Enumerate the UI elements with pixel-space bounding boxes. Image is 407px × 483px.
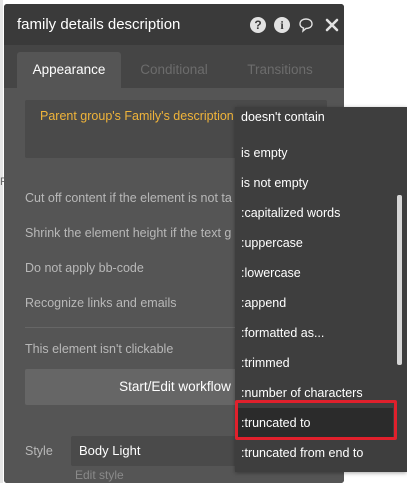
dropdown-item-is-not-empty[interactable]: is not empty [235, 168, 393, 198]
dropdown-item-is-empty[interactable]: is empty [235, 138, 393, 168]
dropdown-item-append[interactable]: :append [235, 288, 393, 318]
option-no-bbcode[interactable]: Do not apply bb-code [25, 261, 144, 275]
close-icon[interactable] [324, 17, 340, 33]
dropdown-item-lowercase[interactable]: :lowercase [235, 258, 393, 288]
edit-style-link[interactable]: Edit style [75, 468, 124, 482]
dropdown-item-trimmed[interactable]: :trimmed [235, 348, 393, 378]
scrollbar-thumb[interactable] [397, 195, 402, 365]
dropdown-item-capitalized-words[interactable]: :capitalized words [235, 198, 393, 228]
panel-titlebar[interactable]: family details description ? i [4, 4, 344, 45]
dropdown-item-truncated-from-end-to[interactable]: :truncated from end to [235, 438, 393, 468]
panel-tabs: Appearance Conditional Transitions [4, 52, 344, 88]
option-cut-off-content[interactable]: Cut off content if the element is not ta [25, 191, 232, 205]
option-shrink-height[interactable]: Shrink the element height if the text g [25, 226, 231, 240]
dropdown-item-formatted-as[interactable]: :formatted as... [235, 318, 393, 348]
option-recognize-links[interactable]: Recognize links and emails [25, 296, 176, 310]
info-icon[interactable]: i [274, 17, 290, 33]
canvas-edge [0, 0, 3, 483]
dropdown-item-uppercase[interactable]: :uppercase [235, 228, 393, 258]
tab-conditional[interactable]: Conditional [126, 52, 222, 88]
selection-highlight-box [235, 400, 397, 440]
dropdown-scrollbar[interactable] [397, 107, 407, 472]
style-label: Style [25, 444, 53, 458]
tab-transitions[interactable]: Transitions [230, 52, 330, 88]
dropdown-item-doesnt-contain[interactable]: doesn't contain [235, 107, 393, 127]
expression-text[interactable]: Parent group's Family's description [40, 109, 234, 123]
help-icon[interactable]: ? [250, 17, 266, 33]
panel-title: family details description [17, 16, 181, 33]
tab-appearance[interactable]: Appearance [17, 52, 121, 88]
comment-icon[interactable] [298, 17, 314, 33]
option-not-clickable[interactable]: This element isn't clickable [25, 342, 173, 356]
style-value: Body Light [79, 443, 141, 458]
